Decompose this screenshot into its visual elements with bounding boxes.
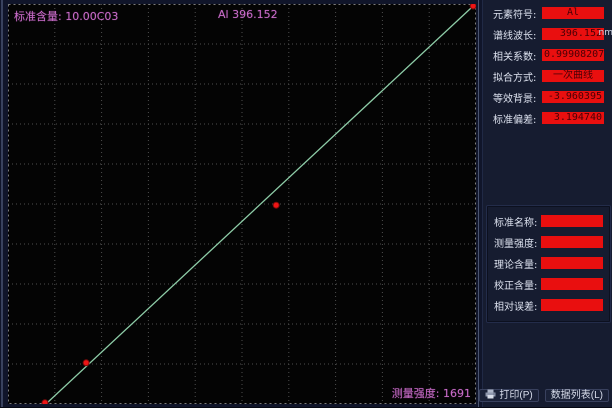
measured-intensity-label: 测量强度: [494,235,537,250]
measured-intensity-field [541,236,603,248]
intensity-readout: 测量强度: 1691 [392,385,471,401]
fit-info-group: 元素符号: Al 谱线波长: 396.152 nm 相关系数: 0.999082… [487,5,610,126]
calibration-chart-svg [8,4,476,404]
fit-method-label: 拟合方式: [493,69,536,84]
standard-name-label: 标准名称: [494,214,537,229]
print-button[interactable]: 打印(P) [479,389,538,402]
printer-icon [485,389,496,403]
corrected-content-label: 校正含量: [494,277,537,292]
row-corrected-content: 校正含量: [488,276,609,292]
correlation-label: 相关系数: [493,48,536,63]
element-symbol-label: 元素符号: [493,6,536,21]
standard-content-label: 标准含量: [14,10,62,23]
equivalent-background-field: -3.960395 [542,91,604,103]
wavelength-unit: nm [599,28,612,38]
standard-deviation-label: 标准偏差: [493,111,536,126]
calibration-chart[interactable]: 标准含量: 10.00C03 Al 396.152 测量强度: 1691 [8,4,476,404]
intensity-value: 1691 [443,387,471,400]
relative-error-label: 相对误差: [494,298,537,313]
row-theoretical-content: 理论含量: [488,255,609,271]
fit-method-field: 一次曲线 [542,70,604,82]
window-left-edge [1,0,3,408]
standard-content-value: 10.00C03 [65,10,118,23]
panel-buttons: 打印(P) 数据列表(L) [479,389,609,402]
equivalent-background-label: 等效背景: [493,90,536,105]
info-side-panel: 元素符号: Al 谱线波长: 396.152 nm 相关系数: 0.999082… [482,0,612,408]
theoretical-content-label: 理论含量: [494,256,537,271]
sample-info-group: 标准名称: 测量强度: 理论含量: 校正含量: 相对误差: [487,206,610,322]
calibration-curve-window: 标准含量: 10.00C03 Al 396.152 测量强度: 1691 元素符… [0,0,612,408]
element-symbol-field: Al [542,7,604,19]
data-list-button-label: 数据列表(L) [551,389,603,402]
row-element-symbol: 元素符号: Al [487,5,610,21]
row-measured-intensity: 测量强度: [488,234,609,250]
row-fit-method: 拟合方式: 一次曲线 [487,68,610,84]
row-standard-name: 标准名称: [488,213,609,229]
standard-name-field [541,215,603,227]
wavelength-label: 谱线波长: [493,27,536,42]
print-button-label: 打印(P) [499,389,532,402]
relative-error-field [541,299,603,311]
intensity-label: 测量强度: [392,387,440,400]
row-relative-error: 相对误差: [488,297,609,313]
data-list-button[interactable]: 数据列表(L) [545,389,609,402]
standard-content-readout: 标准含量: 10.00C03 [14,8,118,24]
row-equivalent-background: 等效背景: -3.960395 [487,89,610,105]
row-wavelength: 谱线波长: 396.152 nm [487,26,610,42]
correlation-field: 0.99908207 [542,49,604,61]
theoretical-content-field [541,257,603,269]
spectral-line-title: Al 396.152 [218,8,278,21]
wavelength-field: 396.152 [542,28,604,40]
corrected-content-field [541,278,603,290]
row-standard-deviation: 标准偏差: 3.194740 [487,110,610,126]
row-correlation: 相关系数: 0.99908207 [487,47,610,63]
standard-deviation-field: 3.194740 [542,112,604,124]
